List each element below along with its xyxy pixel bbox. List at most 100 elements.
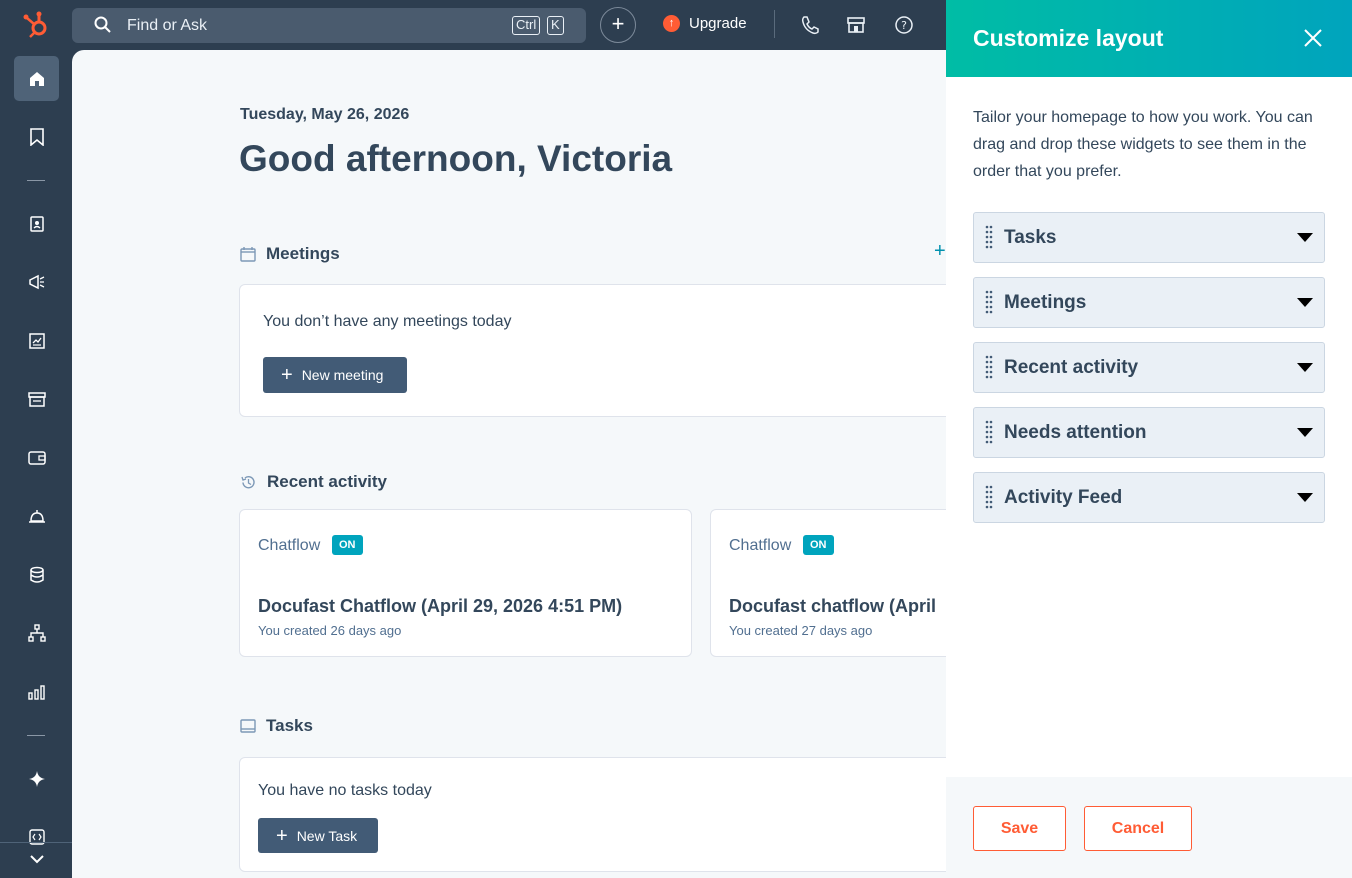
automation-icon xyxy=(27,623,46,642)
new-meeting-label: New meeting xyxy=(301,367,384,383)
recent-activity-card[interactable]: Chatflow ON Docufast chatflow (April You… xyxy=(710,509,946,657)
search-input[interactable]: Find or Ask xyxy=(127,17,207,35)
tasks-card: You have no tasks today + New Task xyxy=(239,757,946,872)
plus-icon: + xyxy=(281,364,293,386)
marketplace-icon[interactable] xyxy=(845,14,867,36)
caret-down-icon[interactable] xyxy=(1297,233,1313,242)
add-meeting-icon[interactable]: + xyxy=(934,240,946,263)
sidebar-divider xyxy=(27,735,45,736)
svg-text:?: ? xyxy=(901,19,907,32)
widget-label: Recent activity xyxy=(1004,357,1139,378)
caret-down-icon[interactable] xyxy=(1297,363,1313,372)
recent-activity-card[interactable]: Chatflow ON Docufast Chatflow (April 29,… xyxy=(239,509,692,657)
sidebar-item-automation[interactable] xyxy=(14,610,59,655)
sidebar-item-service[interactable] xyxy=(14,493,59,538)
plus-icon: + xyxy=(276,824,288,847)
tasks-section-header: Tasks xyxy=(240,716,313,736)
meetings-section-title: Meetings xyxy=(266,244,340,263)
drag-handle-icon[interactable] xyxy=(985,420,993,446)
calendar-icon xyxy=(240,247,256,262)
tasks-section-title: Tasks xyxy=(266,716,313,735)
new-task-label: New Task xyxy=(296,827,358,844)
sidebar-bottom-divider xyxy=(0,842,72,843)
content-icon xyxy=(28,332,45,349)
tasks-icon xyxy=(240,719,256,733)
cancel-button[interactable]: Cancel xyxy=(1084,806,1192,851)
activity-type: Chatflow xyxy=(258,537,321,554)
drag-handle-icon[interactable] xyxy=(985,355,993,381)
topbar-divider xyxy=(774,10,775,38)
reports-icon xyxy=(27,684,45,700)
search-bar[interactable]: Find or Ask Ctrl K xyxy=(72,8,586,43)
sidebar-item-contacts[interactable] xyxy=(14,201,59,246)
new-meeting-button[interactable]: + New meeting xyxy=(263,357,407,393)
expand-icon xyxy=(29,855,44,864)
hubspot-logo-icon[interactable] xyxy=(22,10,52,40)
upgrade-icon: ↑ xyxy=(663,15,680,32)
drag-handle-icon[interactable] xyxy=(985,225,993,251)
drag-handle-icon[interactable] xyxy=(985,485,993,511)
sidebar-item-ai[interactable] xyxy=(14,756,59,801)
meetings-section-header: Meetings xyxy=(240,244,340,264)
activity-subtitle: You created 26 days ago xyxy=(258,623,402,638)
upgrade-button[interactable]: ↑ Upgrade xyxy=(663,15,747,32)
drag-handle-icon[interactable] xyxy=(985,290,993,316)
status-badge: ON xyxy=(803,535,834,555)
recent-activity-section-title: Recent activity xyxy=(267,472,387,491)
plus-icon: + xyxy=(611,11,625,36)
history-icon xyxy=(241,475,255,488)
widget-row-needs-attention[interactable]: Needs attention xyxy=(973,407,1325,458)
panel-footer: Save Cancel xyxy=(946,777,1352,878)
activity-subtitle: You created 27 days ago xyxy=(729,623,873,638)
tasks-empty-text: You have no tasks today xyxy=(258,782,432,799)
contacts-icon xyxy=(29,215,44,232)
ai-sparkle-icon xyxy=(28,770,45,787)
widget-label: Meetings xyxy=(1004,292,1087,313)
sidebar-item-home[interactable] xyxy=(14,56,59,101)
panel-description: Tailor your homepage to how you work. Yo… xyxy=(973,109,1313,180)
panel-header: Customize layout xyxy=(946,0,1352,77)
widget-label: Needs attention xyxy=(1004,422,1147,443)
panel-title: Customize layout xyxy=(973,25,1164,51)
create-new-button[interactable]: + xyxy=(600,7,636,43)
caret-down-icon[interactable] xyxy=(1297,428,1313,437)
phone-icon[interactable] xyxy=(799,14,821,36)
sidebar-item-commerce[interactable] xyxy=(14,376,59,421)
current-date: Tuesday, May 26, 2026 xyxy=(240,106,410,123)
sidebar-item-marketing[interactable] xyxy=(14,259,59,304)
payments-icon xyxy=(27,450,46,465)
caret-down-icon[interactable] xyxy=(1297,493,1313,502)
widget-label: Activity Feed xyxy=(1004,487,1123,508)
shortcut-k-key: K xyxy=(547,16,564,35)
meetings-card: You don’t have any meetings today + New … xyxy=(239,284,946,417)
home-icon xyxy=(29,71,44,86)
sidebar-item-payments[interactable] xyxy=(14,435,59,480)
home-main-content: Tuesday, May 26, 2026 Good afternoon, Vi… xyxy=(72,50,946,878)
left-sidebar xyxy=(0,50,72,878)
close-icon[interactable] xyxy=(1302,27,1324,49)
new-task-button[interactable]: + New Task xyxy=(258,818,378,853)
status-badge: ON xyxy=(332,535,363,555)
sidebar-expand-button[interactable] xyxy=(14,846,59,872)
sidebar-item-data[interactable] xyxy=(14,552,59,597)
activity-type: Chatflow xyxy=(729,537,792,554)
search-icon xyxy=(94,16,111,33)
help-icon[interactable]: ? xyxy=(893,14,915,36)
bookmark-icon xyxy=(29,127,44,146)
upgrade-label: Upgrade xyxy=(689,15,747,32)
data-icon xyxy=(29,566,44,583)
commerce-icon xyxy=(27,391,46,407)
widget-label: Tasks xyxy=(1004,227,1057,248)
sidebar-item-reports[interactable] xyxy=(14,669,59,714)
activity-title: Docufast chatflow (April xyxy=(729,596,937,616)
widget-row-recent-activity[interactable]: Recent activity xyxy=(973,342,1325,393)
activity-title: Docufast Chatflow (April 29, 2026 4:51 P… xyxy=(258,596,623,616)
widget-row-meetings[interactable]: Meetings xyxy=(973,277,1325,328)
sidebar-item-bookmarks[interactable] xyxy=(14,114,59,159)
save-button[interactable]: Save xyxy=(973,806,1066,851)
widget-row-activity-feed[interactable]: Activity Feed xyxy=(973,472,1325,523)
widget-row-tasks[interactable]: Tasks xyxy=(973,212,1325,263)
caret-down-icon[interactable] xyxy=(1297,298,1313,307)
recent-activity-section-header: Recent activity xyxy=(240,472,387,492)
sidebar-item-content[interactable] xyxy=(14,318,59,363)
